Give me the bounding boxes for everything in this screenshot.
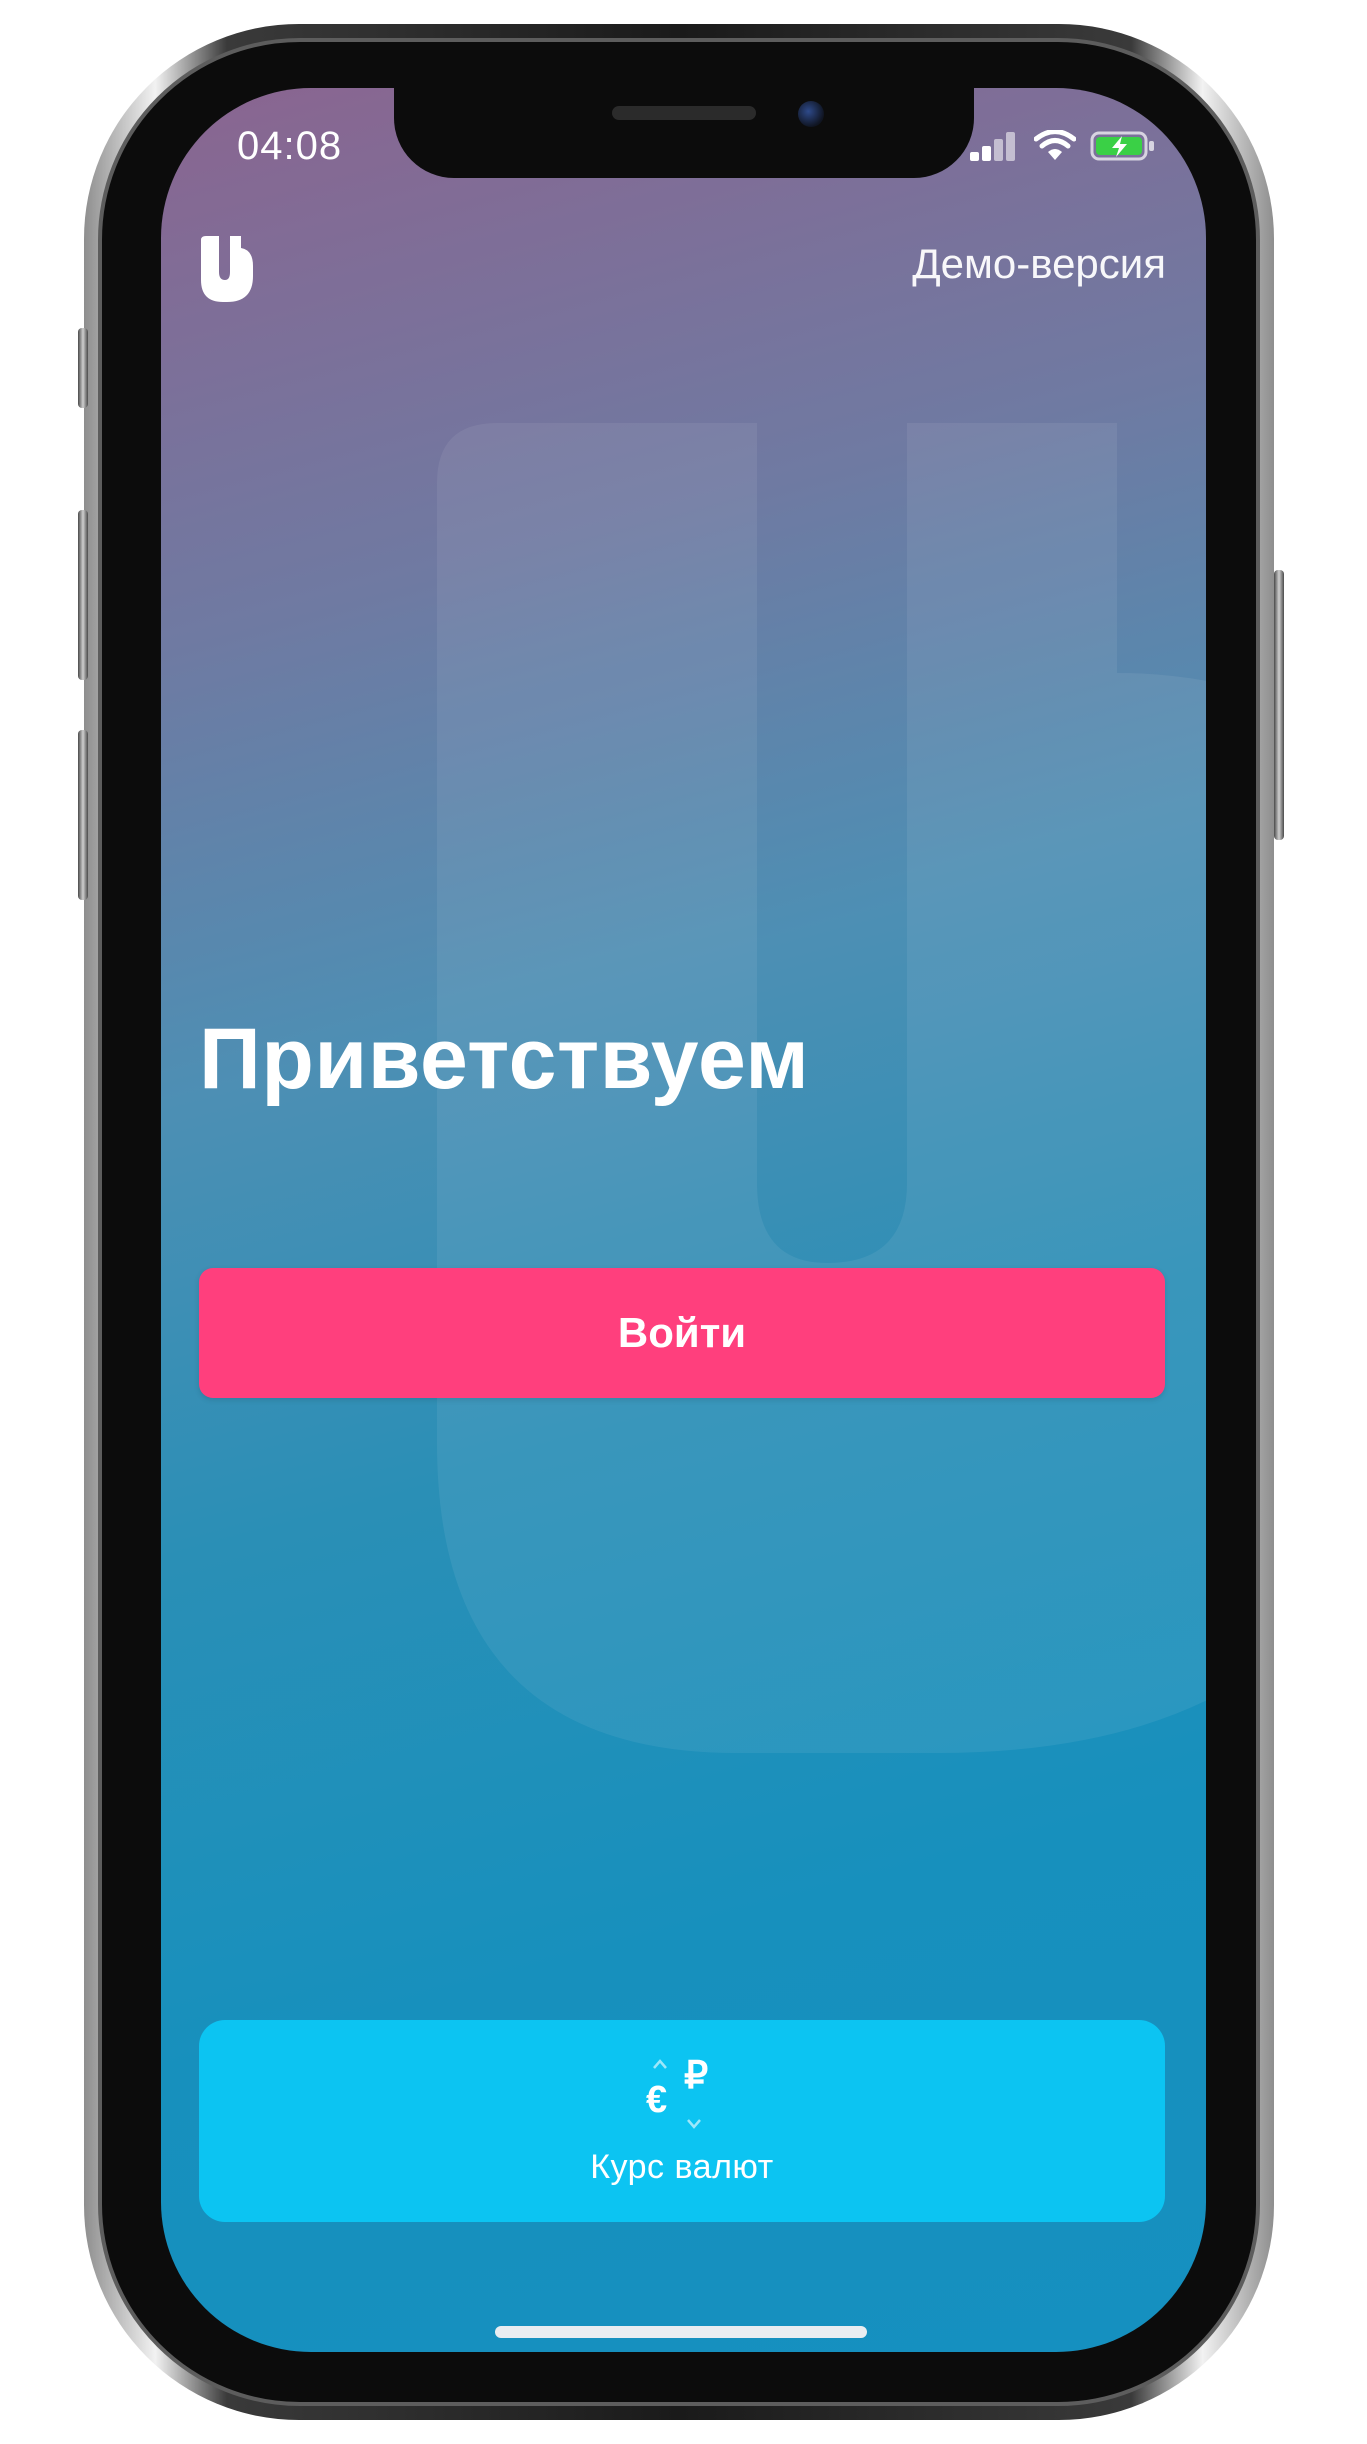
euro-symbol: € — [646, 2079, 667, 2121]
bank-logo-icon — [201, 236, 253, 302]
notch — [394, 88, 974, 178]
volume-down-button — [78, 730, 88, 900]
welcome-title: Приветствуем — [199, 1011, 810, 1107]
volume-up-button — [78, 510, 88, 680]
currency-rates-label: Курс валют — [590, 2147, 774, 2186]
battery-charging-icon — [1090, 131, 1154, 161]
power-button — [1274, 570, 1284, 840]
earpiece-speaker — [612, 106, 756, 120]
app-screen: 04:08 Демо-версия Приветствуем Войти € ₽… — [161, 88, 1206, 2352]
currency-rates-card[interactable]: € ₽ Курс валют — [199, 2020, 1165, 2222]
front-camera — [798, 101, 824, 127]
status-icons — [968, 130, 1156, 162]
status-time: 04:08 — [237, 124, 343, 168]
demo-version-link[interactable]: Демо-версия — [912, 240, 1166, 288]
home-indicator[interactable] — [495, 2326, 867, 2338]
ruble-symbol: ₽ — [684, 2056, 708, 2097]
wifi-icon — [1034, 130, 1076, 160]
login-button[interactable]: Войти — [199, 1268, 1165, 1398]
mute-switch — [78, 328, 88, 408]
currency-exchange-icon: € ₽ — [646, 2056, 708, 2129]
cellular-signal-icon — [970, 132, 1015, 161]
